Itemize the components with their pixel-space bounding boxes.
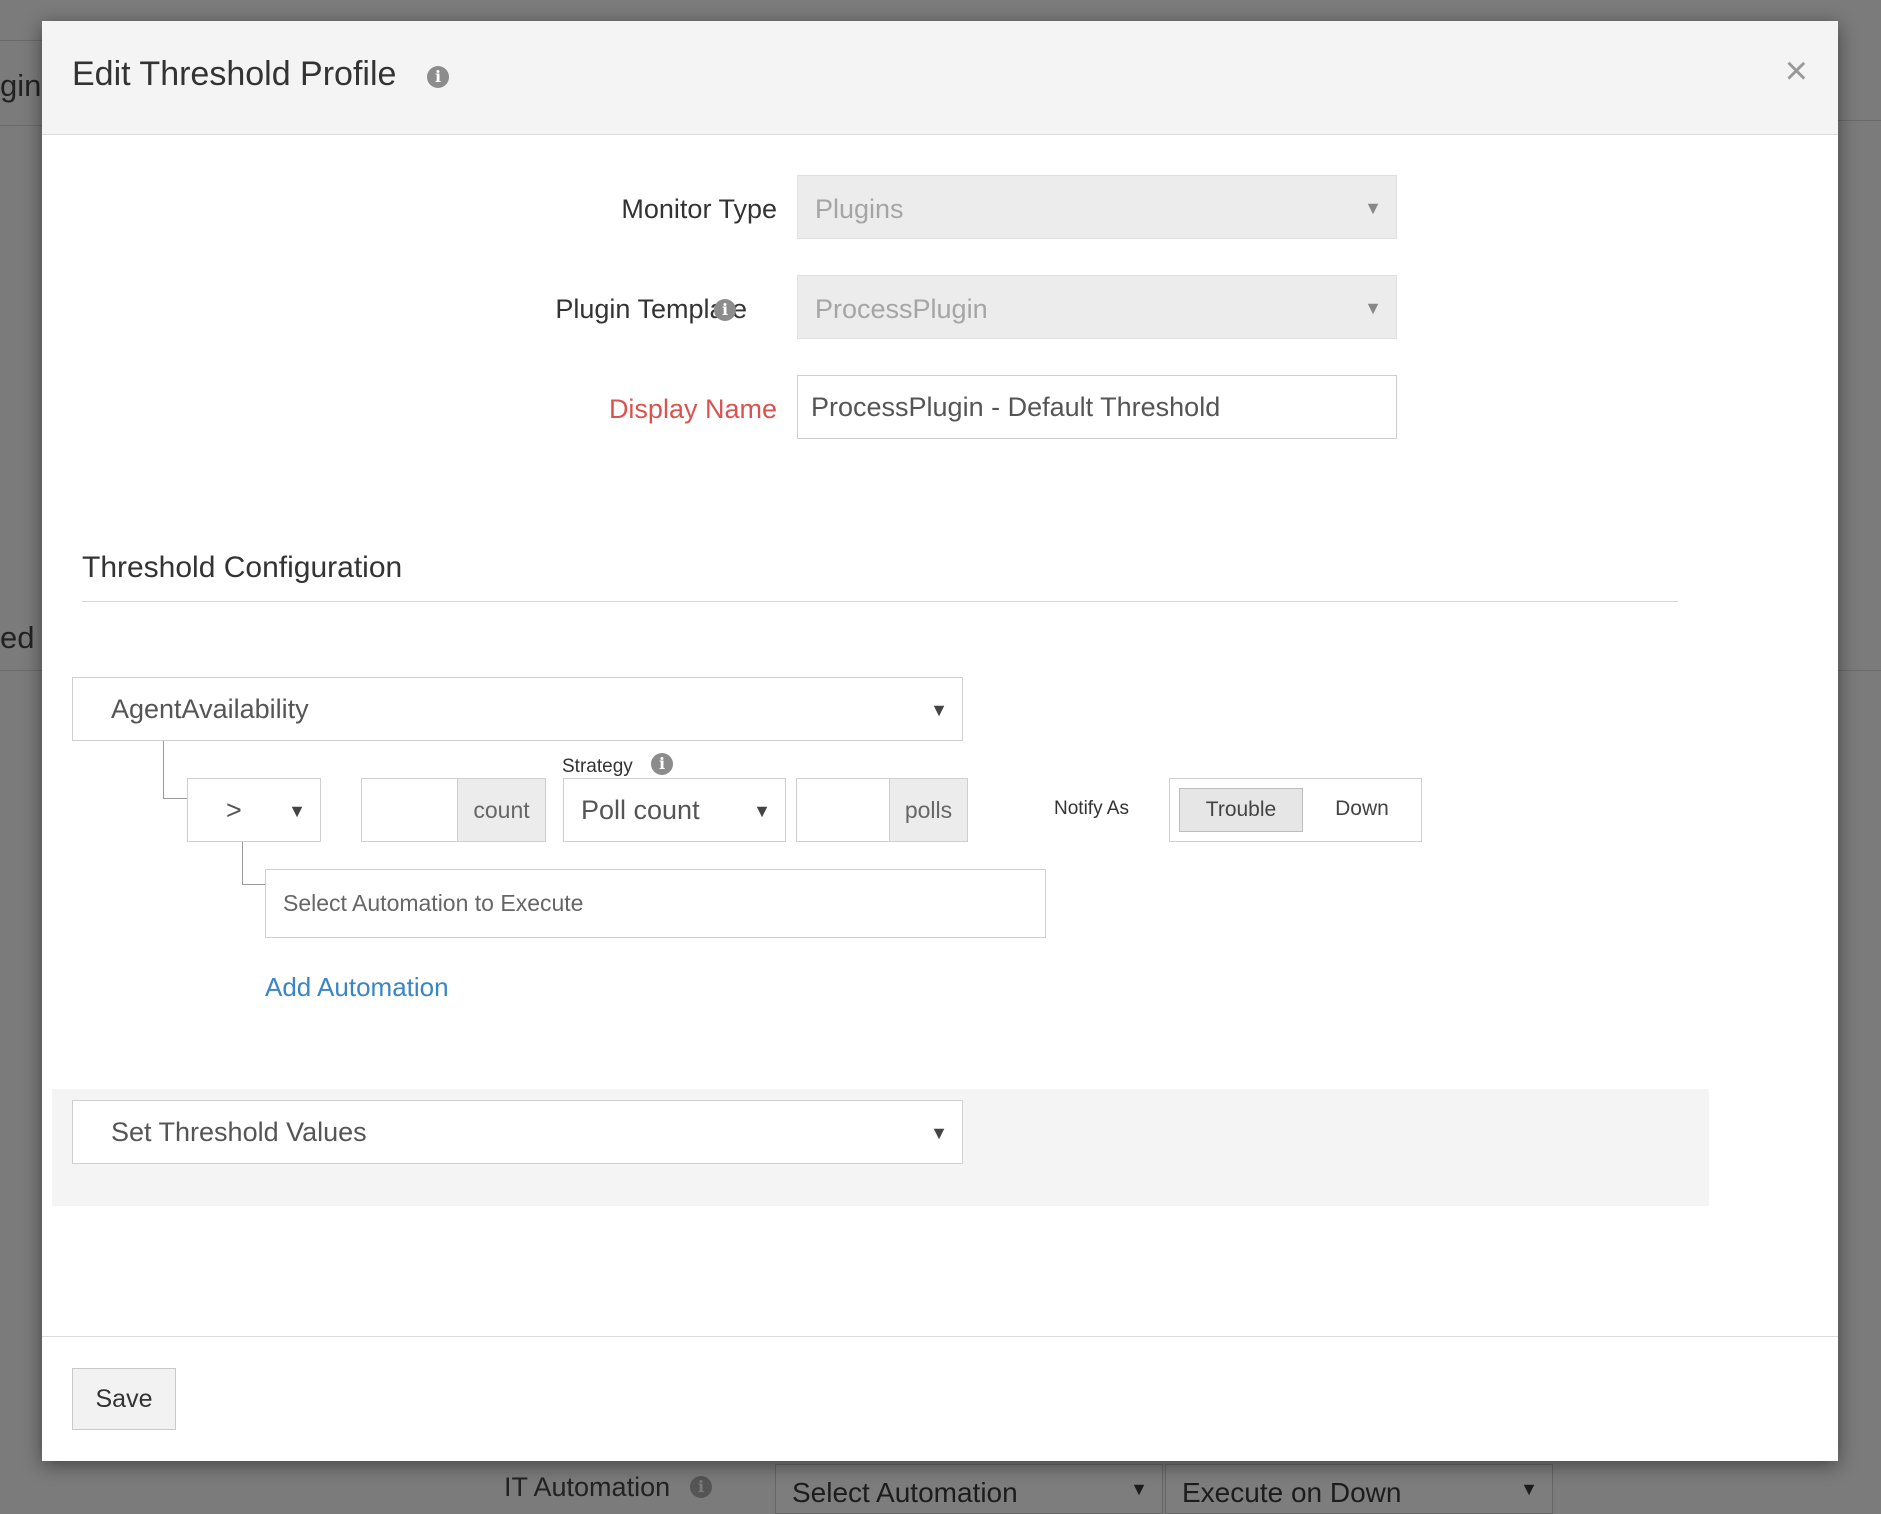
count-input[interactable]: count xyxy=(361,778,546,842)
execute-on-dropdown[interactable]: Execute on Down ▼ xyxy=(1165,1464,1553,1514)
notify-as-toggle: Trouble Down xyxy=(1169,778,1422,842)
close-button[interactable]: × xyxy=(1785,51,1808,91)
set-threshold-values-label: Set Threshold Values xyxy=(111,1117,367,1147)
polls-addon: polls xyxy=(889,779,967,841)
operator-select[interactable]: > ▼ xyxy=(187,778,321,842)
background-fragment: gin xyxy=(0,68,42,103)
background-divider xyxy=(1838,120,1881,121)
chevron-down-icon: ▼ xyxy=(930,700,948,720)
notify-trouble-button[interactable]: Trouble xyxy=(1179,788,1303,832)
automation-select[interactable]: Select Automation to Execute xyxy=(265,869,1046,938)
set-threshold-values-select[interactable]: Set Threshold Values ▼ xyxy=(72,1100,963,1164)
modal-header: Edit Threshold Profile i × xyxy=(42,21,1838,135)
save-button[interactable]: Save xyxy=(72,1368,176,1430)
threshold-values-panel: Set Threshold Values ▼ xyxy=(52,1089,1709,1206)
notify-down-button[interactable]: Down xyxy=(1310,788,1414,832)
display-name-input[interactable]: ProcessPlugin - Default Threshold xyxy=(797,375,1397,439)
display-name-value: ProcessPlugin - Default Threshold xyxy=(811,392,1221,422)
chevron-down-icon: ▼ xyxy=(1364,198,1382,218)
execute-on-value: Execute on Down xyxy=(1182,1477,1402,1508)
modal-title: Edit Threshold Profile xyxy=(72,55,397,93)
plugin-template-value: ProcessPlugin xyxy=(815,294,988,324)
display-name-label: Display Name xyxy=(608,394,777,424)
info-icon[interactable]: i xyxy=(427,66,449,88)
count-addon: count xyxy=(457,779,545,841)
info-icon: i xyxy=(690,1476,712,1498)
it-automation-label: IT Automation xyxy=(504,1472,671,1502)
monitor-type-select: Plugins ▼ xyxy=(797,175,1397,239)
polls-input[interactable]: polls xyxy=(796,778,968,842)
chevron-down-icon: ▼ xyxy=(1520,1479,1538,1499)
select-automation-value: Select Automation xyxy=(792,1477,1018,1508)
plugin-template-label: Plugin Template xyxy=(555,294,747,324)
plugin-template-select: ProcessPlugin ▼ xyxy=(797,275,1397,339)
attribute-select[interactable]: AgentAvailability ▼ xyxy=(72,677,963,741)
background-divider xyxy=(0,40,42,41)
chevron-down-icon: ▼ xyxy=(288,801,306,821)
edit-threshold-modal: Edit Threshold Profile i × Monitor Type … xyxy=(42,21,1838,1461)
info-icon[interactable]: i xyxy=(651,753,673,775)
tree-connector xyxy=(242,842,266,885)
select-automation-dropdown[interactable]: Select Automation ▼ xyxy=(775,1464,1163,1514)
footer-divider xyxy=(42,1336,1838,1337)
attribute-value: AgentAvailability xyxy=(111,694,309,724)
section-title: Threshold Configuration xyxy=(82,551,403,584)
chevron-down-icon: ▼ xyxy=(930,1123,948,1143)
background-divider xyxy=(0,125,42,126)
automation-placeholder: Select Automation to Execute xyxy=(283,890,584,916)
info-icon[interactable]: i xyxy=(714,299,736,321)
strategy-select[interactable]: Poll count ▼ xyxy=(563,778,786,842)
section-divider xyxy=(82,601,1678,602)
operator-value: > xyxy=(226,795,242,825)
monitor-type-label: Monitor Type xyxy=(621,194,777,224)
tree-connector xyxy=(163,741,188,799)
monitor-type-value: Plugins xyxy=(815,194,904,224)
chevron-down-icon: ▼ xyxy=(753,801,771,821)
chevron-down-icon: ▼ xyxy=(1364,298,1382,318)
chevron-down-icon: ▼ xyxy=(1130,1479,1148,1499)
notify-as-label: Notify As xyxy=(1054,798,1129,819)
add-automation-link[interactable]: Add Automation xyxy=(265,972,449,1003)
strategy-value: Poll count xyxy=(581,795,700,825)
strategy-label: Strategy xyxy=(562,756,633,777)
